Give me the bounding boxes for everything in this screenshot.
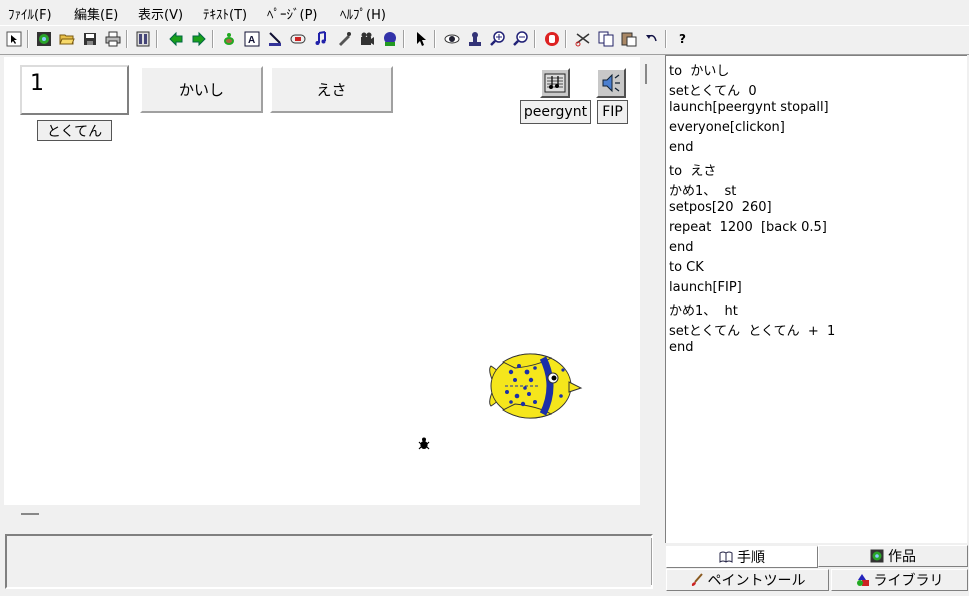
stamp-icon[interactable] [465, 29, 484, 48]
code-line: end [669, 140, 694, 155]
back-arrow-icon[interactable] [166, 29, 185, 48]
code-line: repeat 1200 [back 0.5] [669, 220, 827, 235]
fip-label: FIP [597, 100, 628, 124]
save-icon[interactable] [80, 29, 99, 48]
music-icon[interactable] [311, 29, 330, 48]
score-label: とくてん [37, 120, 112, 141]
zoom-out-icon[interactable] [511, 29, 530, 48]
pointer-icon[interactable] [411, 29, 430, 48]
menu-view[interactable]: 表示(V) [138, 4, 183, 23]
globe-icon [870, 549, 884, 563]
scissors-icon[interactable] [573, 29, 592, 48]
page-icon[interactable] [133, 29, 152, 48]
code-line: かめ1、 st [669, 184, 737, 199]
code-line: end [669, 240, 694, 255]
split-handle[interactable] [21, 513, 39, 515]
print-icon[interactable] [103, 29, 122, 48]
globe-icon[interactable] [34, 29, 53, 48]
stop-hand-icon[interactable] [542, 29, 561, 48]
music-score-icon[interactable] [540, 68, 570, 98]
menu-bar: ﾌｧｲﾙ(F) 編集(E) 表示(V) ﾃｷｽﾄ(T) ﾍﾟｰｼﾞ(P) ﾍﾙﾌ… [0, 0, 969, 25]
code-line: to CK [669, 260, 704, 275]
menu-help[interactable]: ﾍﾙﾌﾟ(H) [340, 4, 386, 23]
menu-edit[interactable]: 編集(E) [74, 4, 118, 23]
code-line: to かいし [669, 64, 730, 79]
tab-paint-tools[interactable]: ペイントツール [666, 569, 829, 591]
tab-procedures-label: 手順 [737, 550, 765, 566]
shapes-icon [856, 573, 870, 587]
code-line: end [669, 340, 694, 355]
peergynt-label: peergynt [520, 100, 591, 124]
code-line: setpos[20 260] [669, 200, 772, 215]
tab-procedures[interactable]: 手順 [666, 546, 818, 568]
slider-icon[interactable] [265, 29, 284, 48]
pen-icon[interactable] [334, 29, 353, 48]
score-value: 1 [30, 71, 44, 96]
code-line: to えさ [669, 164, 717, 179]
canvas-scroll-indicator[interactable] [645, 64, 647, 84]
turtle-icon[interactable] [219, 29, 238, 48]
score-textbox[interactable]: 1 [20, 65, 129, 115]
book-icon [719, 550, 733, 564]
button-tool-icon[interactable] [288, 29, 307, 48]
fish-image[interactable] [485, 348, 583, 424]
select-arrow-icon[interactable] [4, 29, 23, 48]
copy-icon[interactable] [596, 29, 615, 48]
turtle-sprite[interactable] [418, 437, 430, 450]
code-line: everyone[clickon] [669, 120, 785, 135]
paste-icon[interactable] [619, 29, 638, 48]
kaishi-button[interactable]: かいし [140, 66, 263, 113]
svg-text:A: A [248, 35, 255, 46]
procedures-editor[interactable]: to かいし setとくてん 0 launch[peergynt stopall… [665, 55, 967, 543]
tab-paint-tools-label: ペイントツール [707, 573, 806, 589]
zoom-in-icon[interactable] [488, 29, 507, 48]
forward-arrow-icon[interactable] [189, 29, 208, 48]
code-line: setとくてん 0 [669, 84, 757, 99]
menu-page[interactable]: ﾍﾟｰｼﾞ(P) [267, 4, 317, 23]
tab-library-label: ライブラリ [873, 573, 944, 589]
movie-icon[interactable] [357, 29, 376, 48]
undo-icon[interactable] [642, 29, 661, 48]
menu-file[interactable]: ﾌｧｲﾙ(F) [8, 4, 52, 23]
brush-icon [690, 573, 704, 587]
speaker-icon[interactable] [596, 68, 626, 98]
code-line: setとくてん とくてん + 1 [669, 324, 836, 339]
code-line: launch[FIP] [669, 280, 742, 295]
menu-text[interactable]: ﾃｷｽﾄ(T) [203, 4, 247, 23]
tab-project-label: 作品 [888, 549, 916, 565]
esa-button[interactable]: えさ [270, 66, 393, 113]
tab-project[interactable]: 作品 [818, 545, 968, 567]
text-icon[interactable]: A [242, 29, 261, 48]
toolbar: A ? [0, 25, 969, 55]
command-center[interactable] [5, 534, 653, 589]
open-folder-icon[interactable] [57, 29, 76, 48]
tab-library[interactable]: ライブラリ [831, 569, 968, 591]
help-button[interactable]: ? [673, 29, 692, 48]
eye-icon[interactable] [442, 29, 461, 48]
code-line: かめ1、 ht [669, 304, 738, 319]
code-line: launch[peergynt stopall] [669, 100, 829, 115]
camera-icon[interactable] [380, 29, 399, 48]
